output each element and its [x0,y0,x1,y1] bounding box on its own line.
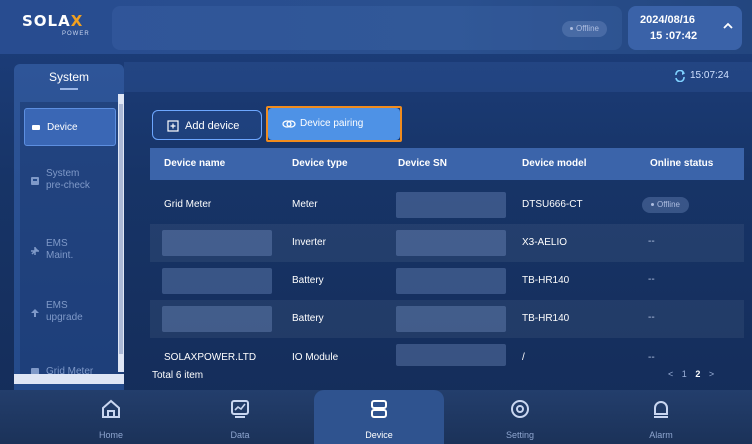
nav-label: Device [365,430,393,440]
header-time: 15 :07:42 [650,30,698,42]
upgrade-icon [31,309,39,317]
column-header-name: Device name [164,158,226,169]
cell-device-model: DTSU666-CT [522,199,583,210]
nav-home[interactable]: Home [46,390,176,444]
header-panel [112,6,622,50]
add-device-label: Add device [185,120,240,132]
nav-device[interactable]: Device [314,390,444,444]
cell-online-status: Offline [657,200,680,209]
total-count: Total 6 item [152,370,204,381]
sidebar-item-label: Device [47,122,78,133]
device-table-header: Device name Device type Device SN Device… [150,148,744,180]
sidebar-list: Device System pre-check EMS Maint. EMS u… [20,102,124,382]
cell-device-model: TB-HR140 [522,275,570,286]
chart-icon [231,400,249,418]
redacted-sn [396,230,506,256]
nav-label: Alarm [649,430,673,440]
sidebar-item-label: System pre-check [46,168,90,191]
refresh-icon[interactable] [674,70,686,82]
chevron-up-icon[interactable] [722,20,734,32]
connection-status-badge: Offline [562,21,607,37]
home-icon [102,399,120,418]
solax-logo: SOLAX POWER [22,12,100,42]
logo-text: SOLA [22,12,71,30]
column-header-model: Device model [522,158,587,169]
cell-online-status: -- [648,312,655,323]
prev-page-button[interactable]: < [668,369,673,379]
nav-label: Setting [505,430,535,440]
sidebar-horizontal-scrollbar[interactable] [14,374,124,384]
system-sidebar: System Device System pre-check EMS Maint… [14,64,124,390]
column-header-status: Online status [650,158,714,169]
cell-device-type: Meter [292,199,318,210]
pagination: < 1 2 > [668,369,714,379]
wrench-icon [31,247,39,255]
settings-icon [511,400,529,418]
redacted-name [162,306,272,332]
cell-device-type: Inverter [292,237,326,248]
table-row[interactable]: Grid Meter Meter DTSU666-CT Offline [150,186,744,224]
cell-online-status: -- [648,236,655,247]
nav-setting[interactable]: Setting [455,390,585,444]
table-row[interactable]: Battery TB-HR140 -- [150,300,744,338]
redacted-name [162,268,272,294]
nav-alarm[interactable]: Alarm [596,390,726,444]
header-date: 2024/08/16 [640,14,696,26]
cell-device-model: X3-AELIO [522,237,568,248]
sidebar-item-system-precheck[interactable]: System pre-check [24,166,116,200]
column-header-type: Device type [292,158,348,169]
redacted-sn [396,192,506,218]
cell-device-type: Battery [292,313,324,324]
logo-subtext: POWER [62,31,90,37]
sidebar-item-ems-maint[interactable]: EMS Maint. [24,236,116,270]
cell-device-name: SOLAXPOWER.LTD [164,352,257,363]
connection-status-text: Offline [576,24,599,33]
sidebar-item-label: EMS Maint. [46,238,74,261]
cell-device-type: Battery [292,275,324,286]
nav-label: Data [230,430,250,440]
page-2[interactable]: 2 [695,369,700,379]
logo-x: X [70,12,84,30]
add-device-button[interactable]: Add device [152,110,262,140]
cell-device-name: Grid Meter [164,199,212,210]
precheck-icon [31,177,39,185]
sidebar-title: System [48,70,89,84]
nav-data[interactable]: Data [175,390,305,444]
redacted-name [162,230,272,256]
device-icon [32,125,40,130]
datetime-box[interactable]: 2024/08/16 15 :07:42 [628,6,742,50]
redacted-sn [396,344,506,366]
device-pairing-button[interactable]: Device pairing [268,108,400,140]
column-header-sn: Device SN [398,158,447,169]
table-row[interactable]: Inverter X3-AELIO -- [150,224,744,262]
redacted-sn [396,306,506,332]
status-badge: Offline [642,197,689,213]
device-pairing-label: Device pairing [300,118,364,129]
sidebar-title-underline [60,88,78,90]
sidebar-item-device[interactable]: Device [24,108,116,146]
content-subbar [124,62,752,92]
alarm-icon [654,401,668,418]
table-row[interactable]: SOLAXPOWER.LTD IO Module / -- [150,338,744,366]
page-1[interactable]: 1 [682,369,687,379]
plus-square-icon [167,120,179,132]
sidebar-item-label: EMS upgrade [46,300,83,323]
table-row[interactable]: Battery TB-HR140 -- [150,262,744,300]
device-stack-icon [371,400,387,418]
refresh-time: 15:07:24 [690,70,729,81]
cell-online-status: -- [648,274,655,285]
top-header: SOLAX POWER Offline 2024/08/16 15 :07:42 [0,0,752,54]
link-icon [282,120,296,128]
cell-device-model: / [522,352,525,363]
nav-label: Home [98,430,123,440]
redacted-sn [396,268,506,294]
bottom-navigation: Home Data Device Setting Alarm [0,390,752,444]
cell-device-model: TB-HR140 [522,313,570,324]
cell-device-type: IO Module [292,352,339,363]
next-page-button[interactable]: > [709,369,714,379]
sidebar-item-ems-upgrade[interactable]: EMS upgrade [24,298,116,332]
sidebar-scroll-thumb[interactable] [119,104,123,354]
cell-online-status: -- [648,352,655,363]
